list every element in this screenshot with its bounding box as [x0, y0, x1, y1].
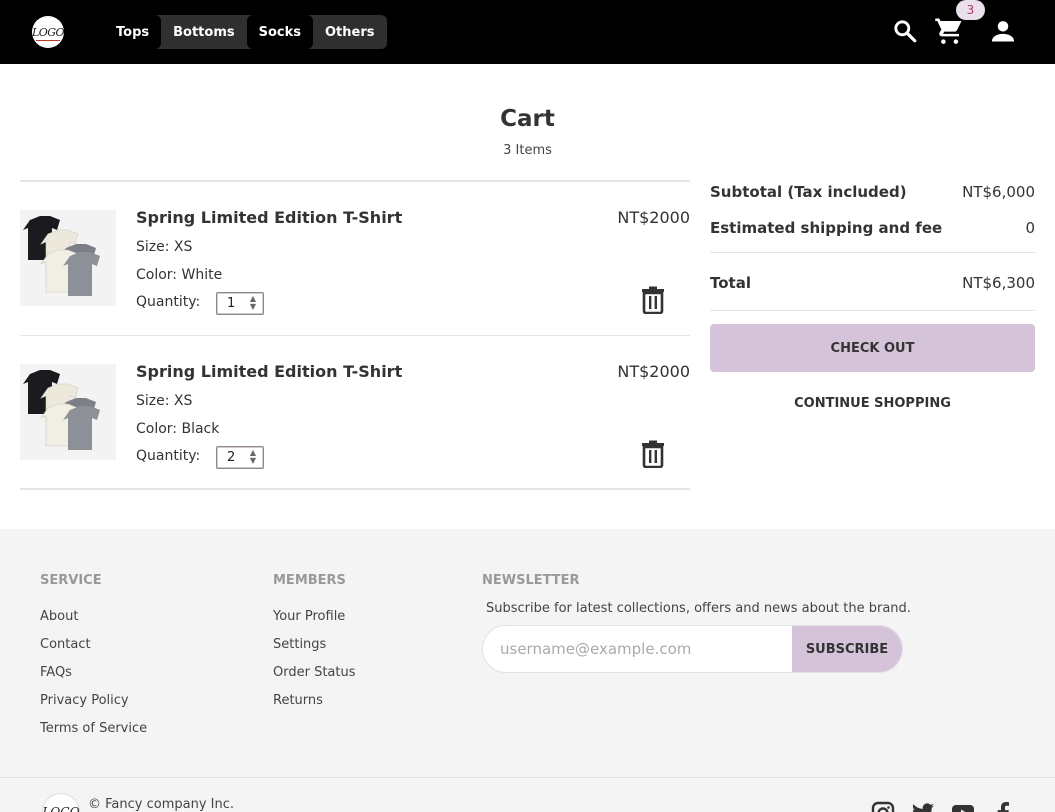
product-size: Size: XS: [136, 239, 193, 255]
brand-logo[interactable]: LOGO: [32, 16, 64, 48]
footer-link-order-status[interactable]: Order Status: [273, 665, 356, 680]
footer-divider: [0, 777, 1055, 778]
service-heading: SERVICE: [40, 573, 102, 588]
stepper-arrows-icon[interactable]: ▲ ▼: [247, 295, 259, 312]
cart-item: Spring Limited Edition T-Shirt Size: XS …: [20, 336, 690, 490]
twitter-icon[interactable]: [911, 801, 935, 812]
account-icon[interactable]: [988, 16, 1018, 46]
newsletter-form: SUBSCRIBE: [482, 625, 903, 673]
product-price: NT$2000: [617, 208, 690, 227]
order-summary: Subtotal (Tax included) NT$6,000 Estimat…: [710, 180, 1035, 311]
nav-item-bottoms[interactable]: Bottoms: [161, 15, 246, 49]
quantity-label: Quantity:: [136, 448, 201, 464]
delete-item-button[interactable]: [640, 286, 666, 315]
footer-link-contact[interactable]: Contact: [40, 637, 91, 652]
product-size: Size: XS: [136, 393, 193, 409]
footer-link-settings[interactable]: Settings: [273, 637, 326, 652]
logo-text: LOGO: [32, 25, 64, 39]
subscribe-button[interactable]: SUBSCRIBE: [792, 626, 902, 672]
product-image[interactable]: [20, 210, 116, 306]
footer-link-returns[interactable]: Returns: [273, 693, 323, 708]
shipping-label: Estimated shipping and fee: [710, 219, 943, 237]
checkout-button[interactable]: CHECK OUT: [710, 324, 1035, 372]
product-name[interactable]: Spring Limited Edition T-Shirt: [136, 208, 402, 227]
search-icon[interactable]: [890, 16, 920, 46]
quantity-stepper[interactable]: 2 ▲ ▼: [216, 446, 264, 469]
total-label: Total: [710, 274, 751, 292]
continue-shopping-link[interactable]: CONTINUE SHOPPING: [710, 396, 1035, 411]
footer-link-about[interactable]: About: [40, 609, 78, 624]
product-price: NT$2000: [617, 362, 690, 381]
trash-icon: [642, 286, 664, 315]
copyright-text: © Fancy company Inc.: [88, 797, 234, 812]
cart-count-badge: 3: [956, 0, 985, 20]
subtotal-row: Subtotal (Tax included) NT$6,000: [710, 180, 1035, 216]
cart-items-list: Spring Limited Edition T-Shirt Size: XS …: [20, 180, 690, 490]
quantity-label: Quantity:: [136, 294, 201, 310]
product-image[interactable]: [20, 364, 116, 460]
quantity-stepper[interactable]: 1 ▲ ▼: [216, 292, 264, 315]
stepper-arrows-icon[interactable]: ▲ ▼: [247, 449, 259, 466]
total-value: NT$6,300: [962, 274, 1035, 292]
total-row: Total NT$6,300: [710, 253, 1035, 311]
footer-link-faqs[interactable]: FAQs: [40, 665, 72, 680]
product-color: Color: White: [136, 267, 223, 283]
footer-link-terms[interactable]: Terms of Service: [40, 721, 147, 736]
cart-item: Spring Limited Edition T-Shirt Size: XS …: [20, 182, 690, 336]
footer-logo[interactable]: LOGO: [42, 793, 80, 812]
cart-item-count: 3 Items: [503, 143, 552, 158]
footer-link-privacy[interactable]: Privacy Policy: [40, 693, 129, 708]
nav-item-others[interactable]: Others: [313, 15, 387, 49]
newsletter-heading: NEWSLETTER: [482, 573, 580, 588]
nav-item-tops[interactable]: Tops: [104, 15, 162, 49]
members-heading: MEMBERS: [273, 573, 346, 588]
trash-icon: [642, 440, 664, 469]
facebook-icon[interactable]: [991, 801, 1015, 812]
quantity-value: 1: [227, 296, 236, 311]
newsletter-email-input[interactable]: [483, 626, 794, 672]
cart-icon[interactable]: [934, 16, 964, 46]
product-name[interactable]: Spring Limited Edition T-Shirt: [136, 362, 402, 381]
delete-item-button[interactable]: [640, 440, 666, 469]
shipping-value: 0: [1025, 219, 1035, 237]
newsletter-description: Subscribe for latest collections, offers…: [486, 601, 911, 616]
subtotal-label: Subtotal (Tax included): [710, 183, 907, 201]
top-navigation-bar: LOGO Tops Bottoms Socks Others 3: [0, 0, 1055, 64]
footer-link-profile[interactable]: Your Profile: [273, 609, 345, 624]
shipping-row: Estimated shipping and fee 0: [710, 216, 1035, 252]
youtube-icon[interactable]: [951, 801, 975, 812]
nav-item-socks[interactable]: Socks: [246, 15, 313, 49]
subtotal-value: NT$6,000: [962, 183, 1035, 201]
product-color: Color: Black: [136, 421, 220, 437]
page-title: Cart: [500, 106, 555, 132]
site-footer: SERVICE About Contact FAQs Privacy Polic…: [0, 529, 1055, 812]
category-nav: Tops Bottoms Socks Others: [104, 15, 387, 49]
instagram-icon[interactable]: [871, 801, 895, 812]
quantity-value: 2: [227, 450, 236, 465]
